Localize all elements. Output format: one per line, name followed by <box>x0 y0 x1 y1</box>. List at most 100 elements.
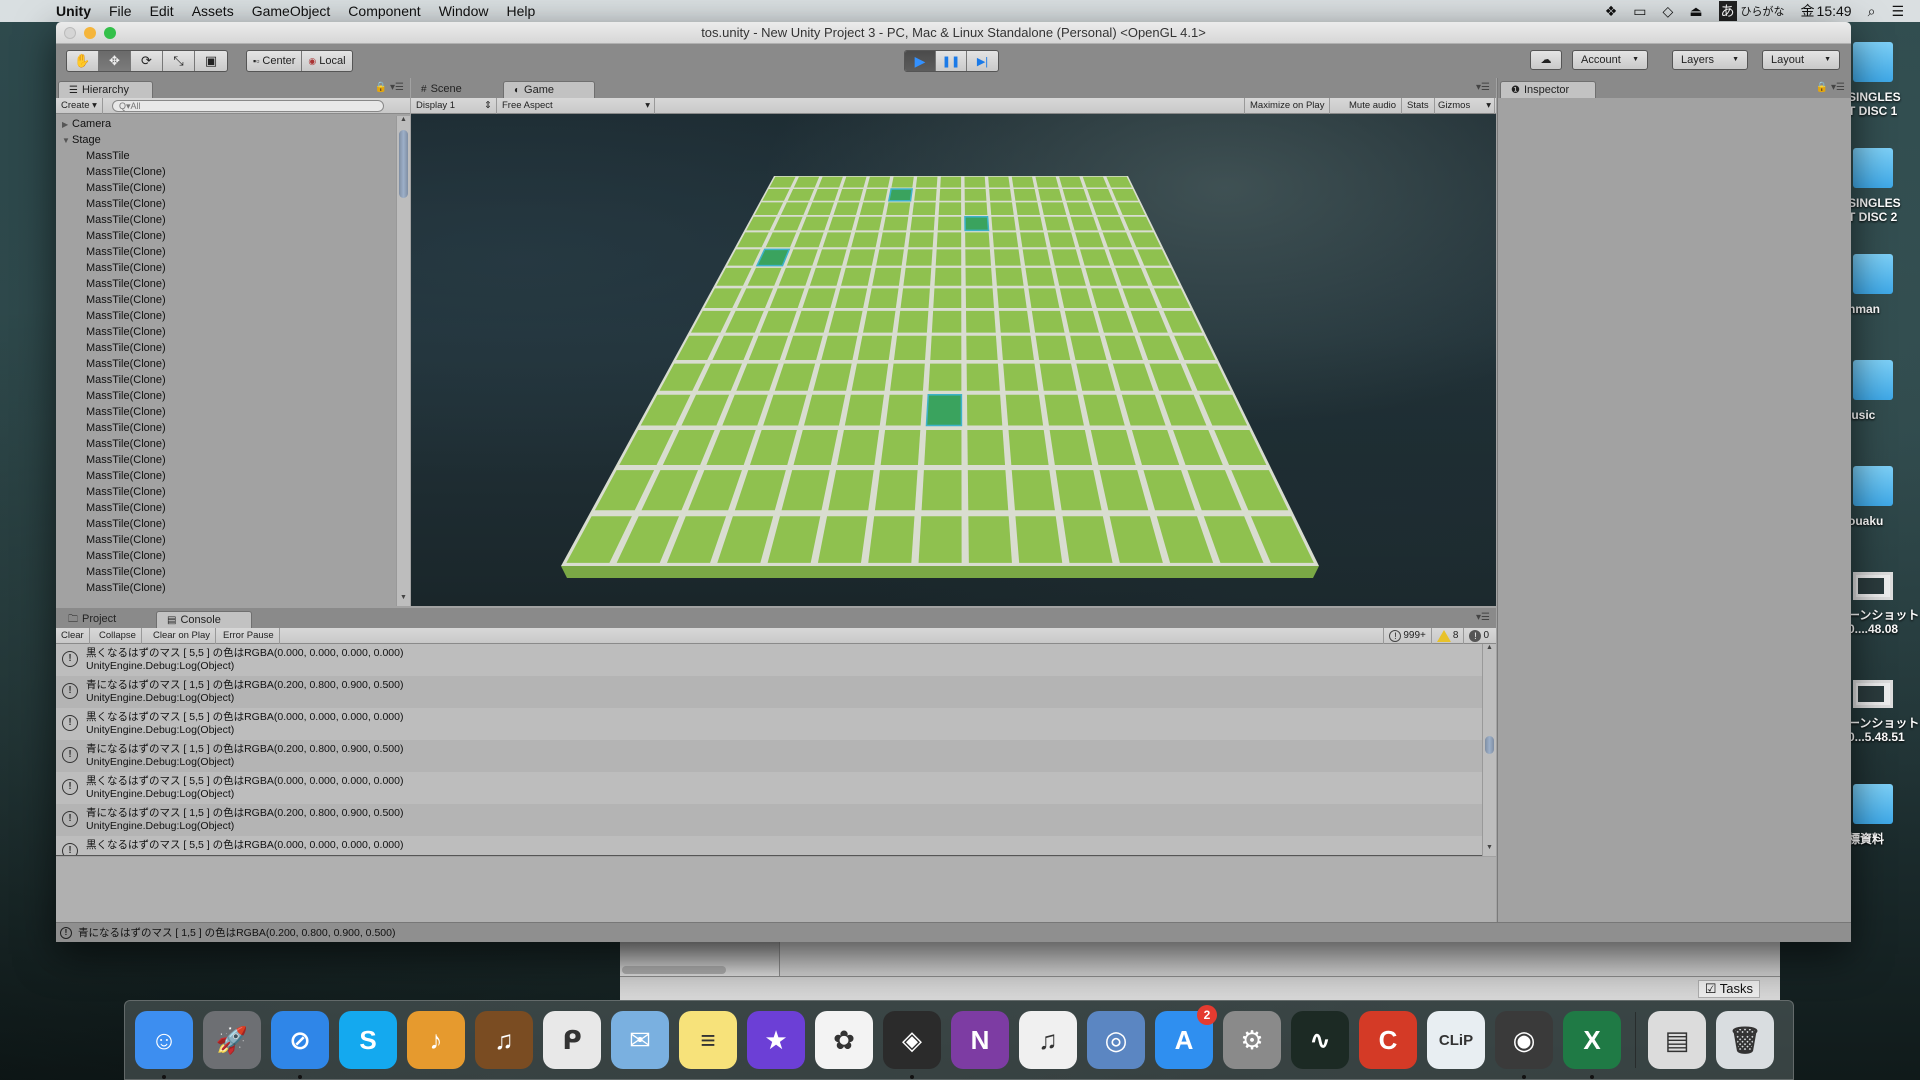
board-tile[interactable] <box>991 216 1016 231</box>
clock-time[interactable]: 15:49 <box>1817 3 1852 19</box>
board-tile[interactable] <box>841 267 872 286</box>
hierarchy-item[interactable]: MassTile(Clone) <box>56 452 396 468</box>
tab-game[interactable]: ◐ Game <box>503 81 595 98</box>
board-tile[interactable] <box>1031 310 1065 333</box>
hierarchy-item[interactable]: MassTile(Clone) <box>56 436 396 452</box>
hierarchy-item[interactable]: MassTile(Clone) <box>56 484 396 500</box>
display-dropdown[interactable]: Display 1 ⇕ <box>411 98 497 114</box>
board-tile[interactable] <box>1003 363 1039 391</box>
board-tile[interactable] <box>1000 335 1034 361</box>
hierarchy-item[interactable]: MassTile(Clone) <box>56 260 396 276</box>
board-tile[interactable] <box>921 470 962 511</box>
menu-app-name[interactable]: Unity <box>56 3 91 19</box>
board-tile[interactable] <box>964 202 988 215</box>
board-tile[interactable] <box>1015 516 1063 563</box>
board-tile[interactable] <box>1070 216 1098 231</box>
gizmos-dropdown[interactable]: Gizmos ▾ <box>1433 98 1495 114</box>
board-tile[interactable] <box>1047 232 1076 248</box>
board-tile[interactable] <box>872 267 902 286</box>
board-tile[interactable] <box>838 189 864 201</box>
board-tile[interactable] <box>868 516 915 563</box>
stats-toggle[interactable]: Stats <box>1402 98 1435 114</box>
dock-app-imovie[interactable]: ★ <box>747 1011 805 1069</box>
board-tile[interactable] <box>859 202 885 215</box>
board-tile[interactable] <box>1017 216 1044 231</box>
board-tile[interactable] <box>828 310 863 333</box>
rect-tool-button[interactable]: ▣ <box>195 51 227 71</box>
board-tile[interactable] <box>851 232 879 248</box>
console-log-entry[interactable]: ! 黒くなるはずのマス [ 5,5 ] の色はRGBA(0.000, 0.000,… <box>56 772 1482 804</box>
console-log-entry[interactable]: ! 青になるはずのマス [ 1,5 ] の色はRGBA(0.200, 0.800,… <box>56 740 1482 772</box>
dock-app-onenote[interactable]: N <box>951 1011 1009 1069</box>
board-tile[interactable] <box>851 363 889 391</box>
panel-options-icon[interactable]: ▾☰ <box>1476 82 1490 93</box>
hierarchy-item[interactable]: ▼ Stage <box>56 132 396 148</box>
dropbox-icon[interactable]: ❖ <box>1605 3 1618 20</box>
hierarchy-item[interactable]: MassTile(Clone) <box>56 404 396 420</box>
hierarchy-item[interactable]: MassTile(Clone) <box>56 372 396 388</box>
board-tile[interactable] <box>1059 288 1093 308</box>
layout-dropdown[interactable]: Layout ▼ <box>1762 50 1840 70</box>
board-tile[interactable] <box>874 470 918 511</box>
desktop-folder[interactable]: 標資料 <box>1848 784 1920 846</box>
tab-inspector[interactable]: ❶ Inspector <box>1500 81 1596 98</box>
dock-app-skype[interactable]: S <box>339 1011 397 1069</box>
board-tile[interactable] <box>863 310 896 333</box>
pivot-local-button[interactable]: ◉ Local <box>302 51 351 71</box>
error-count-toggle[interactable]: ! 0 <box>1463 628 1494 644</box>
board-tile[interactable] <box>965 267 993 286</box>
scroll-up-icon[interactable]: ▲ <box>1483 644 1496 656</box>
board-tile-highlighted[interactable] <box>964 215 990 232</box>
hierarchy-scrollbar[interactable]: ▲ ▼ <box>396 116 410 606</box>
hierarchy-search-input[interactable]: Q▾All <box>112 100 384 112</box>
hierarchy-item[interactable]: MassTile(Clone) <box>56 532 396 548</box>
board-tile[interactable] <box>903 267 932 286</box>
board-tile[interactable] <box>1011 470 1055 511</box>
dock-app-mainstage[interactable]: ♪ <box>407 1011 465 1069</box>
console-log-entry[interactable]: ! 青になるはずのマス [ 1,5 ] の色はRGBA(0.200, 0.800,… <box>56 676 1482 708</box>
create-dropdown[interactable]: Create ▾ <box>56 98 103 114</box>
board-tile[interactable] <box>1005 394 1044 426</box>
hierarchy-item[interactable]: MassTile(Clone) <box>56 340 396 356</box>
board-tile[interactable] <box>844 394 884 426</box>
console-log-entry[interactable]: ! 青になるはずのマス [ 1,5 ] の色はRGBA(0.200, 0.800,… <box>56 804 1482 836</box>
board-tile-highlighted[interactable] <box>925 394 963 427</box>
board-tile[interactable] <box>936 232 962 248</box>
hierarchy-item[interactable]: MassTile(Clone) <box>56 212 396 228</box>
hierarchy-item[interactable]: MassTile(Clone) <box>56 468 396 484</box>
board-tile[interactable] <box>1013 189 1038 201</box>
dock-app-app-store[interactable]: A2 <box>1155 1005 1217 1069</box>
collapse-toggle[interactable]: Collapse <box>94 628 142 644</box>
menu-edit[interactable]: Edit <box>150 3 174 19</box>
dock-app-itunes[interactable]: ♫ <box>1019 1011 1077 1069</box>
desktop-folder[interactable]: nman <box>1848 254 1920 316</box>
board-tile[interactable] <box>990 202 1014 215</box>
hierarchy-item[interactable]: MassTile(Clone) <box>56 180 396 196</box>
board-tile[interactable] <box>1039 363 1077 391</box>
board-tile[interactable] <box>846 249 876 266</box>
dock-app-safari[interactable]: ⊘ <box>271 1011 329 1079</box>
step-button[interactable]: ▶| <box>967 51 998 71</box>
board-tile[interactable] <box>1008 429 1049 465</box>
dock-app-garageband[interactable]: ♫ <box>475 1011 533 1069</box>
board-tile[interactable] <box>908 232 934 248</box>
hierarchy-item[interactable]: ▶ Camera <box>56 116 396 132</box>
hierarchy-item[interactable]: MassTile(Clone) <box>56 500 396 516</box>
dock-app-clip[interactable]: CLiP <box>1427 1011 1485 1069</box>
board-tile[interactable] <box>897 310 929 333</box>
board-tile[interactable] <box>1044 216 1071 231</box>
board-tile[interactable] <box>900 288 930 308</box>
hierarchy-item[interactable]: MassTile(Clone) <box>56 276 396 292</box>
play-button[interactable]: ▶ <box>905 51 936 71</box>
dock-app-unity[interactable]: ◈ <box>883 1011 941 1079</box>
dock-app-photos[interactable]: ✿ <box>815 1011 873 1069</box>
scroll-thumb[interactable] <box>1485 736 1494 754</box>
dock-app-monodevelop[interactable]: ◎ <box>1087 1011 1145 1069</box>
scroll-up-icon[interactable]: ▲ <box>397 116 410 128</box>
desktop-screenshot-file[interactable]: ーンショット 0...5.48.51 <box>1848 680 1920 744</box>
board-tile[interactable] <box>833 202 860 215</box>
scroll-down-icon[interactable]: ▼ <box>397 594 410 606</box>
eject-icon[interactable]: ⏏ <box>1689 3 1702 20</box>
board-tile[interactable] <box>867 176 891 188</box>
window-zoom-button[interactable] <box>104 27 116 39</box>
